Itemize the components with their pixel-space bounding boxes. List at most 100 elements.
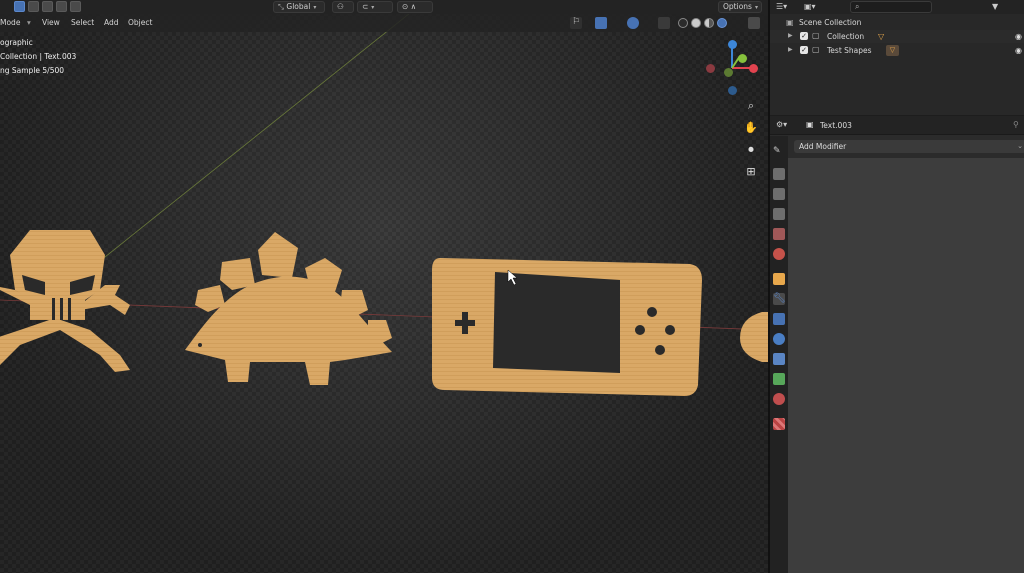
scene-canvas bbox=[0, 4, 768, 396]
3d-viewport[interactable]: ⤡ Global ▾ ⚇ ⊂ ▾ ⊙ ∧ Options ▾ Mode ▾ View … bbox=[0, 0, 768, 573]
outliner-search-input[interactable]: ⌕ bbox=[850, 1, 932, 13]
y-axis-dot[interactable] bbox=[738, 54, 747, 63]
viewport-header: Mode ▾ View Select Add Object ⚐ bbox=[0, 14, 768, 32]
scene-tab[interactable] bbox=[773, 228, 785, 240]
texture-tab[interactable] bbox=[773, 418, 785, 430]
mode-menu[interactable]: Mode bbox=[0, 18, 20, 27]
outliner-editor-icon[interactable]: ☰▾ bbox=[776, 2, 787, 11]
gizmo-toggle-icon[interactable] bbox=[595, 17, 607, 29]
magnify-icon: ⌕ bbox=[855, 2, 860, 11]
neg-x-axis-dot[interactable] bbox=[706, 64, 715, 73]
expand-arrow-icon[interactable]: ▶ bbox=[788, 46, 793, 53]
neg-y-axis-dot[interactable] bbox=[724, 68, 733, 77]
mode-chevron-icon: ▾ bbox=[27, 18, 31, 27]
handheld-console-shape bbox=[432, 258, 702, 396]
viewport-toolbar: ⤡ Global ▾ ⚇ ⊂ ▾ ⊙ ∧ Options ▾ bbox=[0, 0, 768, 14]
tool-tab[interactable]: ✎ bbox=[773, 146, 785, 158]
partial-shape bbox=[740, 312, 768, 362]
collection-icon: ▢ bbox=[812, 31, 820, 40]
collection-checkbox[interactable]: ✓ bbox=[800, 32, 808, 40]
proportional-icon: ⊙ ∧ bbox=[402, 2, 417, 11]
stegosaurus-shape bbox=[185, 232, 392, 385]
neg-z-axis-dot[interactable] bbox=[728, 86, 737, 95]
view-type-text: ographic bbox=[0, 38, 33, 47]
object-menu[interactable]: Object bbox=[128, 18, 152, 27]
zoom-icon[interactable]: ⌕ bbox=[744, 99, 758, 113]
orientation-label: Global bbox=[286, 2, 311, 11]
options-label: Options bbox=[723, 2, 752, 11]
expand-arrow-icon[interactable]: ▶ bbox=[788, 32, 793, 39]
test-shapes-checkbox[interactable]: ✓ bbox=[800, 46, 808, 54]
object-data-icon: ▽ bbox=[886, 45, 899, 56]
eye-icon[interactable]: ◉ bbox=[1015, 46, 1022, 55]
z-axis-dot[interactable] bbox=[728, 40, 737, 49]
visibility-icon[interactable]: ⚐ bbox=[570, 17, 582, 29]
outliner-row-collection[interactable]: ▶ ✓ ▢ Collection ▽ ◉ bbox=[770, 30, 1024, 43]
outliner-row-test-shapes[interactable]: ▶ ✓ ▢ Test Shapes ▽ ◉ bbox=[770, 44, 1024, 57]
view-layer-tab[interactable] bbox=[773, 208, 785, 220]
add-modifier-dropdown[interactable]: Add Modifier ⌄ bbox=[794, 140, 1024, 153]
particles-tab[interactable] bbox=[773, 313, 785, 325]
collection-icon: ▢ bbox=[812, 45, 820, 54]
wireframe-shading-icon[interactable] bbox=[678, 18, 688, 28]
funnel-icon[interactable]: ▼ bbox=[992, 2, 998, 11]
data-tab[interactable] bbox=[773, 373, 785, 385]
orientation-icon: ⤡ bbox=[278, 2, 284, 11]
object-tab[interactable] bbox=[773, 273, 785, 285]
properties-tabs: ✎ 🔧︎ bbox=[770, 136, 788, 573]
output-tab[interactable] bbox=[773, 188, 785, 200]
view-menu[interactable]: View bbox=[42, 18, 60, 27]
world-tab[interactable] bbox=[773, 248, 785, 260]
add-modifier-label: Add Modifier bbox=[799, 142, 847, 151]
object-icon: ▣ bbox=[806, 120, 814, 129]
modifier-stack-area bbox=[788, 158, 1024, 573]
scene-collection-label: Scene Collection bbox=[799, 18, 862, 27]
material-tab[interactable] bbox=[773, 393, 785, 405]
outliner-panel: ☰▾ ▣▾ ▼ ⌕ ▣ Scene Collection ▶ ✓ ▢ Colle… bbox=[770, 0, 1024, 115]
camera-icon[interactable]: ⏺ bbox=[744, 143, 758, 157]
snap-dropdown[interactable]: ⊂ ▾ bbox=[357, 1, 393, 13]
select-intersect-icon[interactable] bbox=[70, 1, 81, 12]
x-axis-dot[interactable] bbox=[749, 64, 758, 73]
render-sample-text: ng Sample 5/500 bbox=[0, 66, 65, 75]
scene-collection-icon: ▣ bbox=[786, 18, 794, 27]
xray-icon[interactable] bbox=[658, 17, 670, 29]
select-box-icon[interactable] bbox=[14, 1, 25, 12]
material-shading-icon[interactable] bbox=[704, 18, 714, 28]
scene-collection-row[interactable]: ▣ Scene Collection bbox=[770, 16, 1024, 29]
grid-icon[interactable]: ⊞ bbox=[744, 165, 758, 179]
select-menu[interactable]: Select bbox=[71, 18, 94, 27]
properties-panel: ⚙▾ ▣ Text.003 ⚲ ✎ 🔧︎ Add Modifier ⌄ bbox=[770, 116, 1024, 573]
solid-shading-icon[interactable] bbox=[691, 18, 701, 28]
y-axis-line bbox=[94, 4, 421, 266]
pivot-icon: ⚇ bbox=[337, 2, 344, 11]
sidebar-toggle-icon[interactable] bbox=[748, 17, 760, 29]
render-tab[interactable] bbox=[773, 168, 785, 180]
chevron-down-icon: ⌄ bbox=[1017, 142, 1023, 150]
magnet-icon: ⊂ bbox=[362, 2, 369, 11]
properties-editor-icon[interactable]: ⚙▾ bbox=[776, 120, 787, 129]
rendered-shading-icon[interactable] bbox=[717, 18, 727, 28]
options-button[interactable]: Options ▾ bbox=[718, 1, 762, 13]
collection-label: Collection bbox=[827, 32, 865, 41]
test-shapes-label: Test Shapes bbox=[827, 46, 872, 55]
wrench-icon[interactable]: 🔧︎ bbox=[773, 293, 786, 305]
collection-path-text: Collection | Text.003 bbox=[0, 52, 77, 61]
hand-icon[interactable]: ✋ bbox=[744, 121, 758, 135]
select-invert-icon[interactable] bbox=[56, 1, 67, 12]
pin-icon[interactable]: ⚲ bbox=[1013, 120, 1019, 129]
object-name-label: Text.003 bbox=[820, 121, 852, 130]
pivot-dropdown[interactable]: ⚇ bbox=[332, 1, 354, 13]
constraints-tab[interactable] bbox=[773, 353, 785, 365]
select-subtract-icon[interactable] bbox=[42, 1, 53, 12]
properties-header: ⚙▾ ▣ Text.003 ⚲ bbox=[770, 116, 1024, 135]
select-extend-icon[interactable] bbox=[28, 1, 39, 12]
eye-icon[interactable]: ◉ bbox=[1015, 32, 1022, 41]
display-mode-icon[interactable]: ▣▾ bbox=[804, 2, 816, 11]
proportional-edit-dropdown[interactable]: ⊙ ∧ bbox=[397, 1, 433, 13]
add-menu[interactable]: Add bbox=[104, 18, 119, 27]
orientation-dropdown[interactable]: ⤡ Global ▾ bbox=[273, 1, 325, 13]
object-data-icon: ▽ bbox=[878, 32, 885, 41]
overlay-toggle-icon[interactable] bbox=[627, 17, 639, 29]
physics-tab[interactable] bbox=[773, 333, 785, 345]
